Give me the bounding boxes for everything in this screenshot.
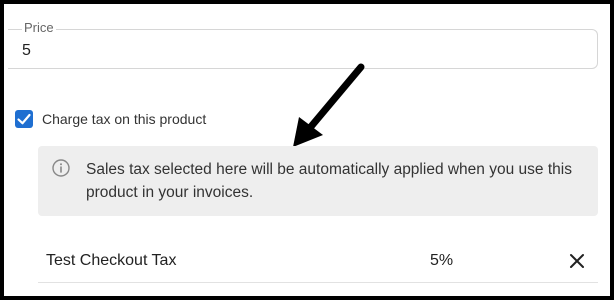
tax-rate: 5%: [430, 252, 454, 269]
tax-name: Test Checkout Tax: [46, 252, 177, 269]
charge-tax-label[interactable]: Charge tax on this product: [42, 111, 206, 127]
row-divider: [38, 282, 598, 283]
price-input[interactable]: 5: [22, 42, 31, 60]
checkmark-icon: [17, 113, 31, 125]
price-label: Price: [22, 20, 56, 35]
annotation-arrow-icon: [293, 63, 365, 147]
close-icon[interactable]: [568, 252, 586, 270]
screenshot-frame: Price 5 Charge tax on this product Sales…: [0, 0, 614, 300]
info-notice: Sales tax selected here will be automati…: [38, 146, 598, 216]
info-icon: [52, 159, 70, 177]
charge-tax-checkbox[interactable]: [15, 110, 33, 128]
info-message: Sales tax selected here will be automati…: [86, 161, 572, 201]
